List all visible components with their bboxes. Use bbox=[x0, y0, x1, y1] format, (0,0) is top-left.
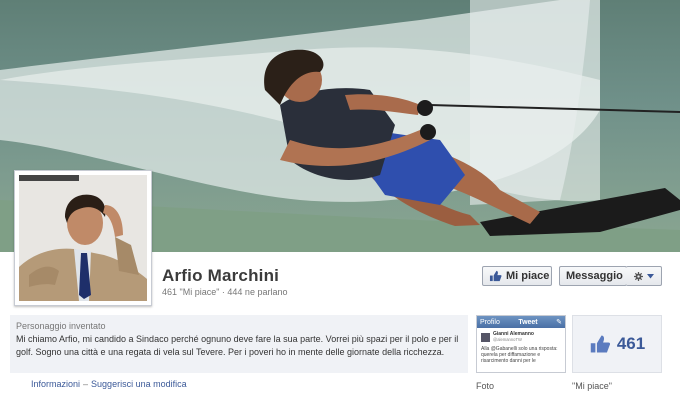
tweet-author: Gianni Alemanno @alemannoTW bbox=[477, 328, 565, 344]
thumbs-up-icon bbox=[489, 270, 502, 282]
likes-count: 461 bbox=[616, 334, 646, 353]
tweet-handle: @alemannoTW bbox=[493, 337, 522, 342]
thumbs-up-icon bbox=[590, 335, 610, 353]
like-button[interactable]: Mi piace bbox=[482, 266, 552, 286]
like-button-label: Mi piace bbox=[506, 270, 550, 282]
gear-icon bbox=[633, 271, 643, 281]
photos-label[interactable]: Foto bbox=[476, 381, 494, 391]
settings-dropdown-button[interactable] bbox=[626, 266, 662, 286]
likes-box[interactable]: 461 bbox=[572, 315, 662, 373]
message-button-label: Messaggio bbox=[566, 270, 623, 282]
page-stats: 461 "Mi piace" · 444 ne parlano bbox=[162, 287, 288, 297]
profile-picture[interactable] bbox=[14, 170, 152, 306]
compose-icon: ✎ bbox=[556, 319, 562, 326]
tweet-app-back: Profilo bbox=[480, 318, 500, 326]
photos-thumbnail[interactable]: Profilo Tweet ✎ Gianni Alemanno @alemann… bbox=[476, 315, 566, 373]
message-button[interactable]: Messaggio bbox=[559, 266, 627, 286]
info-link[interactable]: Informazioni bbox=[31, 379, 80, 389]
page-description: Mi chiamo Arfio, mi candido a Sindaco pe… bbox=[16, 334, 459, 357]
tweet-app-bar: Profilo Tweet ✎ bbox=[477, 316, 565, 328]
profile-photo-image bbox=[19, 175, 147, 301]
page-category: Personaggio inventato bbox=[16, 321, 106, 331]
tweet-text: Alla @Gabanelli solo una risposta: quere… bbox=[481, 346, 558, 364]
chevron-down-icon bbox=[646, 273, 654, 278]
about-links: Informazioni – Suggerisci una modifica bbox=[31, 379, 187, 389]
likes-label[interactable]: "Mi piace" bbox=[572, 381, 612, 391]
link-separator: – bbox=[83, 379, 89, 389]
suggest-edit-link[interactable]: Suggerisci una modifica bbox=[91, 379, 187, 389]
tweet-app-title: Tweet bbox=[518, 318, 538, 326]
page-title: Arfio Marchini bbox=[162, 266, 280, 285]
tweet-avatar bbox=[481, 332, 490, 342]
